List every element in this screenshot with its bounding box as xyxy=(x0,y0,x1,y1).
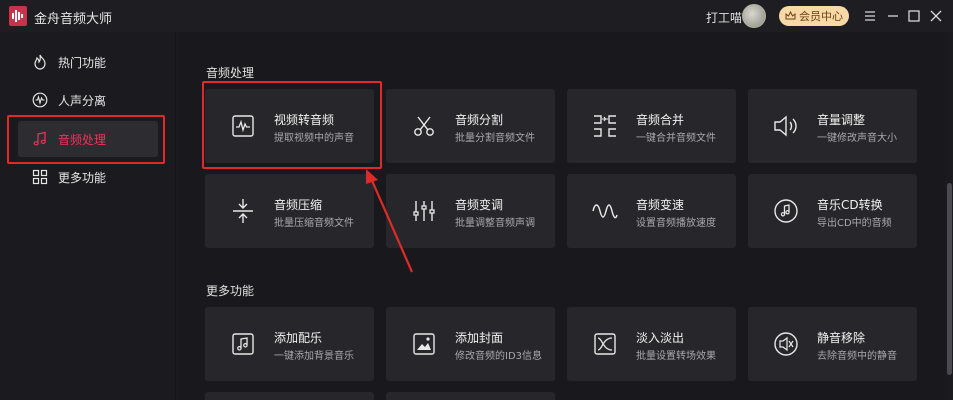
card-title: 音频压缩 xyxy=(274,198,323,212)
sidebar-item-label: 音频处理 xyxy=(58,132,107,147)
minimize-button[interactable] xyxy=(883,6,903,26)
mute-icon xyxy=(773,331,799,357)
card-audio-pitch[interactable]: 音频变调 批量调整音频声调 xyxy=(386,174,555,248)
compress-icon xyxy=(230,198,256,224)
section-title-more: 更多功能 xyxy=(206,284,255,298)
card-desc: 修改音频的ID3信息 xyxy=(455,351,543,362)
card-audio-speed[interactable]: 音频变速 设置音频播放速度 xyxy=(567,174,736,248)
sidebar-item-audio-processing[interactable]: 音频处理 xyxy=(18,121,158,157)
crown-icon xyxy=(785,11,796,20)
card-title: 音频变速 xyxy=(636,198,685,212)
section-title-audio: 音频处理 xyxy=(206,66,255,80)
scissors-icon xyxy=(411,113,437,139)
card-desc: 提取视频中的声音 xyxy=(274,133,354,144)
maximize-icon xyxy=(908,10,920,22)
minimize-icon xyxy=(888,15,898,17)
wave-icon xyxy=(592,198,618,224)
card-desc: 设置音频播放速度 xyxy=(636,218,716,229)
card-audio-split[interactable]: 音频分割 批量分割音频文件 xyxy=(386,89,555,163)
app-title: 金舟音频大师 xyxy=(34,12,113,27)
merge-icon xyxy=(592,113,618,139)
close-icon xyxy=(930,10,942,22)
card-partial[interactable] xyxy=(386,392,555,400)
music-note-icon xyxy=(32,131,48,147)
sidebar-item-label: 更多功能 xyxy=(58,170,107,185)
card-desc: 导出CD中的音频 xyxy=(817,218,892,229)
card-title: 音频变调 xyxy=(455,198,504,212)
hamburger-icon xyxy=(865,11,875,21)
card-add-cover[interactable]: 添加封面 修改音频的ID3信息 xyxy=(386,307,555,381)
card-desc: 批量设置转场效果 xyxy=(636,351,716,362)
card-audio-compress[interactable]: 音频压缩 批量压缩音频文件 xyxy=(205,174,374,248)
card-audio-merge[interactable]: 音频合并 一键合并音频文件 xyxy=(567,89,736,163)
card-title: 添加配乐 xyxy=(274,331,323,345)
sidebar-item-label: 人声分离 xyxy=(58,93,107,108)
card-desc: 一键修改声音大小 xyxy=(817,133,897,144)
cd-icon xyxy=(773,198,799,224)
card-fade[interactable]: 淡入淡出 批量设置转场效果 xyxy=(567,307,736,381)
card-title: 静音移除 xyxy=(817,331,866,345)
card-partial[interactable] xyxy=(205,392,374,400)
user-name[interactable]: 打工喵 xyxy=(706,9,742,26)
card-remove-silence[interactable]: 静音移除 去除音频中的静音 xyxy=(748,307,917,381)
card-title: 淡入淡出 xyxy=(636,331,685,345)
card-desc: 批量分割音频文件 xyxy=(455,133,535,144)
flame-icon xyxy=(32,54,48,70)
sidebar-item-label: 热门功能 xyxy=(58,55,107,70)
card-desc: 批量调整音频声调 xyxy=(455,218,535,229)
menu-button[interactable] xyxy=(860,6,880,26)
main-content: 音频处理 视频转音频 提取视频中的声音 音频分割 批量分割音频文件 音频合并 一… xyxy=(177,32,945,400)
scrollbar-thumb[interactable] xyxy=(947,183,952,375)
card-desc: 一键添加背景音乐 xyxy=(274,351,354,362)
waveform-circle-icon xyxy=(32,92,48,108)
card-title: 音频分割 xyxy=(455,113,504,127)
card-desc: 一键合并音频文件 xyxy=(636,133,716,144)
card-title: 音频合并 xyxy=(636,113,685,127)
card-title: 视频转音频 xyxy=(274,113,335,127)
sidebar-item-hot[interactable]: 热门功能 xyxy=(18,44,158,80)
title-bar: 金舟音频大师 打工喵 会员中心 xyxy=(0,0,953,32)
card-title: 添加封面 xyxy=(455,331,504,345)
card-cd-convert[interactable]: 音乐CD转换 导出CD中的音频 xyxy=(748,174,917,248)
sidebar-item-vocal-separation[interactable]: 人声分离 xyxy=(18,82,158,118)
grid-icon xyxy=(32,169,48,185)
card-title: 音乐CD转换 xyxy=(817,198,883,212)
card-title: 音量调整 xyxy=(817,113,866,127)
vip-center-label: 会员中心 xyxy=(799,10,843,23)
card-desc: 批量压缩音频文件 xyxy=(274,218,354,229)
fade-icon xyxy=(592,331,618,357)
card-video-to-audio[interactable]: 视频转音频 提取视频中的声音 xyxy=(205,89,374,163)
avatar[interactable] xyxy=(742,4,766,28)
sidebar-item-more[interactable]: 更多功能 xyxy=(18,159,158,195)
equalizer-icon xyxy=(411,198,437,224)
close-button[interactable] xyxy=(926,6,946,26)
app-logo xyxy=(9,6,27,26)
speaker-icon xyxy=(773,113,799,139)
vip-center-button[interactable]: 会员中心 xyxy=(779,6,849,26)
card-desc: 去除音频中的静音 xyxy=(817,351,897,362)
card-add-music[interactable]: 添加配乐 一键添加背景音乐 xyxy=(205,307,374,381)
card-volume-adjust[interactable]: 音量调整 一键修改声音大小 xyxy=(748,89,917,163)
maximize-button[interactable] xyxy=(904,6,924,26)
video-to-audio-icon xyxy=(230,113,256,139)
music-box-icon xyxy=(230,331,256,357)
image-icon xyxy=(411,331,437,357)
